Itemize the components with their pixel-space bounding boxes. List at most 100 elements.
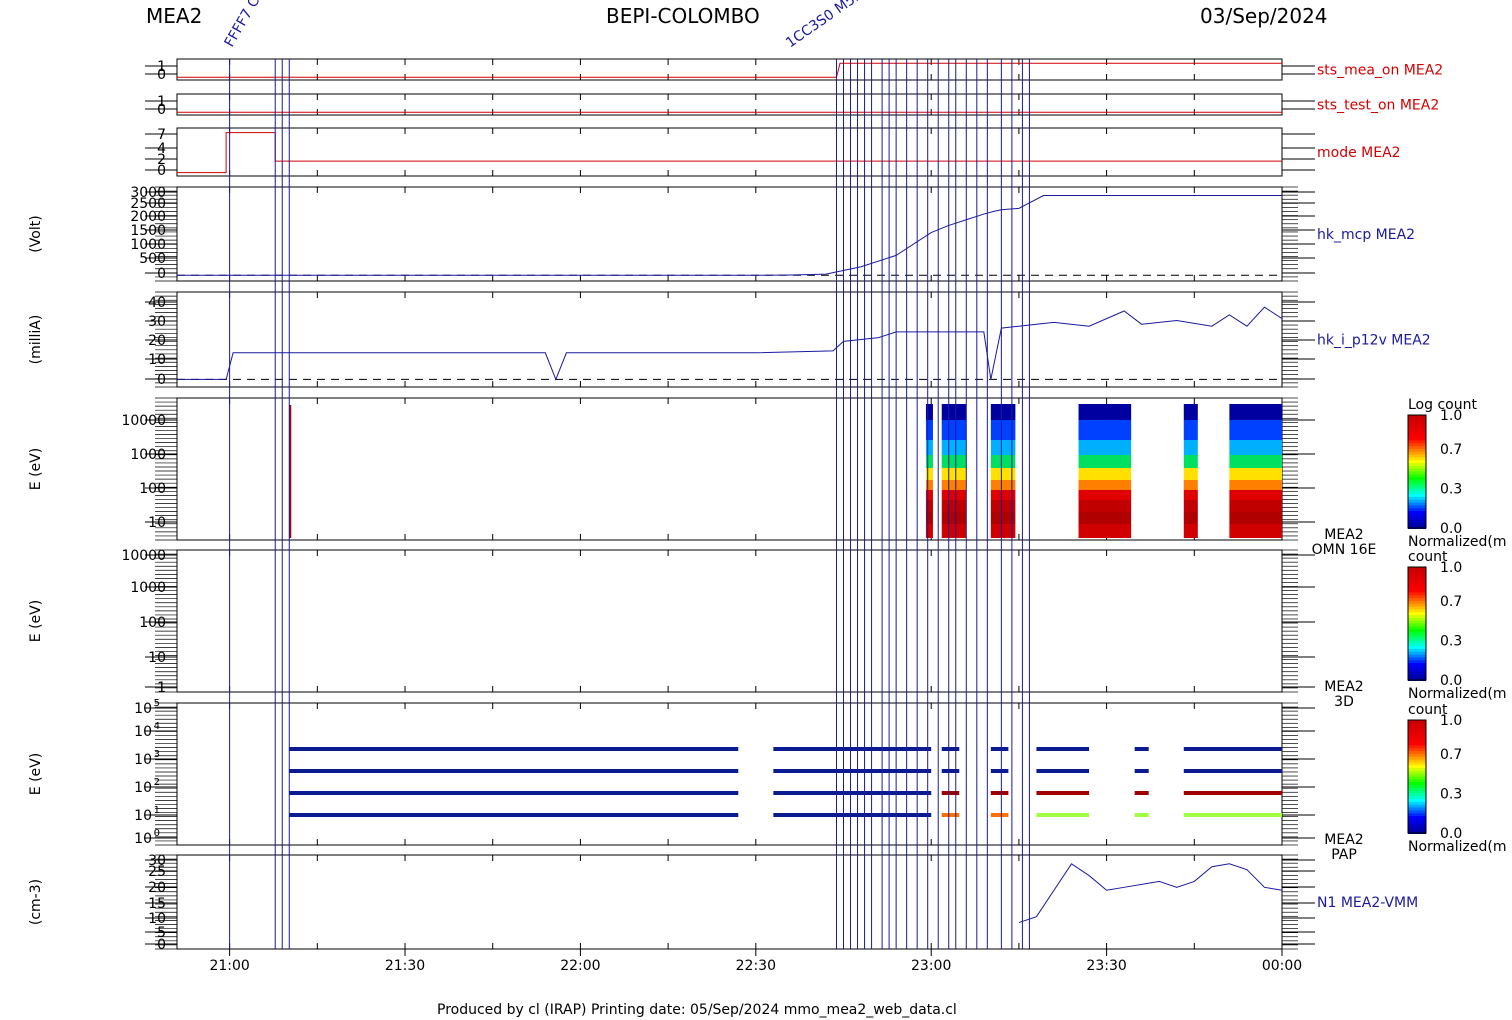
pap-bar xyxy=(289,747,739,751)
colorbar-title: count xyxy=(1408,549,1448,565)
x-tick-label: 22:00 xyxy=(560,958,600,974)
pap-bar xyxy=(773,791,932,795)
y-tick-label: 10 xyxy=(148,515,166,531)
heatmap-cell xyxy=(941,468,967,480)
panel-label: N1 MEA2-VMM xyxy=(1317,895,1418,911)
heatmap-cell xyxy=(1183,490,1198,500)
x-tick-label: 21:00 xyxy=(209,958,249,974)
y-tick-label: 25 xyxy=(148,864,166,880)
heatmap-cell xyxy=(1078,480,1132,490)
series-line xyxy=(177,195,1282,276)
heatmap-cell xyxy=(925,455,933,468)
x-tick-label: 23:30 xyxy=(1086,958,1126,974)
y-tick-label: 100 xyxy=(139,481,166,497)
panel-label: MEA2 xyxy=(1324,527,1363,543)
heatmap-cell xyxy=(925,512,933,524)
heatmap-cell xyxy=(1229,512,1282,524)
x-tick-label: 00:00 xyxy=(1262,958,1302,974)
pap-bar xyxy=(1134,769,1149,773)
y-tick-label: 15 xyxy=(148,896,166,912)
mea2-chart-canvas: MEA2 BEPI-COLOMBO 03/Sep/2024 Produced b… xyxy=(28,0,1507,1018)
panel-label: OMN 16E xyxy=(1312,542,1377,558)
panel-label: sts_mea_on MEA2 xyxy=(1317,63,1443,79)
colorbar-tick-label: 0.3 xyxy=(1440,481,1462,497)
heatmap-cell xyxy=(1229,440,1282,455)
y-tick-label: 0 xyxy=(157,937,166,953)
header-right: 03/Sep/2024 xyxy=(1200,4,1328,28)
pap-bar xyxy=(1183,769,1282,773)
heatmap-cell xyxy=(1183,524,1198,538)
colorbar-title: Log count xyxy=(1408,397,1477,413)
heatmap-cell xyxy=(941,404,967,420)
panel-frame xyxy=(176,291,1283,388)
y-tick-label: 10 xyxy=(148,650,166,666)
marker-label: 1CC3S0 M5R2C xyxy=(783,0,882,51)
x-tick-label: 22:30 xyxy=(736,958,776,974)
heatmap-cell xyxy=(925,524,933,538)
y-tick-label: 1 xyxy=(157,680,166,696)
heatmap-cell xyxy=(1229,480,1282,490)
pap-bar xyxy=(773,769,932,773)
heatmap-cell xyxy=(1078,512,1132,524)
panel-label: MEA2 xyxy=(1324,832,1363,848)
y-tick-exponent: 1 xyxy=(154,805,160,816)
colorbar-tick-label: 0.3 xyxy=(1440,633,1462,649)
pap-bar xyxy=(990,791,1009,795)
heatmap-cell xyxy=(1078,500,1132,512)
y-tick-label: 0 xyxy=(157,372,166,388)
heatmap-cell xyxy=(925,404,933,420)
y-tick-label: 0 xyxy=(157,67,166,83)
heatmap-cell xyxy=(1183,420,1198,440)
heatmap-cell xyxy=(1229,524,1282,538)
colorbar-title: count xyxy=(1408,702,1448,718)
pap-bar xyxy=(773,813,932,817)
heatmap-cell xyxy=(941,524,967,538)
heatmap-cell xyxy=(941,500,967,512)
heatmap-cell xyxy=(941,512,967,524)
y-tick-label: 10 xyxy=(134,831,152,847)
panel-label: PAP xyxy=(1331,847,1357,863)
panel-frame xyxy=(176,702,1283,846)
pap-bar xyxy=(1134,813,1149,817)
y-tick-label: 0 xyxy=(157,102,166,118)
y-axis-label: E (eV) xyxy=(28,600,44,642)
y-tick-label: 0 xyxy=(157,266,166,282)
y-tick-exponent: 3 xyxy=(154,749,160,760)
pap-bar xyxy=(289,791,739,795)
pap-bar xyxy=(773,747,932,751)
heatmap-cell xyxy=(941,420,967,440)
panel-label: 3D xyxy=(1334,694,1354,710)
y-tick-exponent: 5 xyxy=(154,698,160,709)
heatmap-cell xyxy=(941,455,967,468)
heatmap-cell xyxy=(1229,404,1282,420)
heatmap-cell xyxy=(925,490,933,500)
series-line xyxy=(177,62,1282,78)
heatmap-cell xyxy=(925,468,933,480)
y-tick-label: 1000 xyxy=(130,580,166,596)
y-tick-label: 10000 xyxy=(121,413,166,429)
y-axis-label: E (eV) xyxy=(28,448,44,490)
panel-label: MEA2 xyxy=(1324,679,1363,695)
heatmap-cell xyxy=(1183,512,1198,524)
heatmap-cell xyxy=(941,480,967,490)
y-tick-label: 10 xyxy=(134,808,152,824)
heatmap-cell xyxy=(1183,500,1198,512)
colorbar-tick-label: 0.7 xyxy=(1440,747,1462,763)
y-tick-label: 20 xyxy=(148,880,166,896)
panel-label: hk_mcp MEA2 xyxy=(1317,227,1415,243)
pap-bar xyxy=(1183,747,1282,751)
y-tick-exponent: 4 xyxy=(154,721,160,732)
panel-label: sts_test_on MEA2 xyxy=(1317,98,1439,114)
y-tick-label: 1000 xyxy=(130,447,166,463)
pap-bar xyxy=(990,747,1009,751)
colorbar-subtitle: Normalized(m xyxy=(1408,686,1507,702)
heatmap-cell xyxy=(1229,420,1282,440)
y-axis-label: (cm-3) xyxy=(28,879,44,925)
pap-bar xyxy=(990,769,1009,773)
heatmap-cell xyxy=(1078,524,1132,538)
heatmap-cell xyxy=(1078,490,1132,500)
panel-label: mode MEA2 xyxy=(1317,145,1401,161)
series-line xyxy=(1018,863,1283,924)
y-tick-label: 10 xyxy=(134,752,152,768)
heatmap-cell xyxy=(1229,500,1282,512)
